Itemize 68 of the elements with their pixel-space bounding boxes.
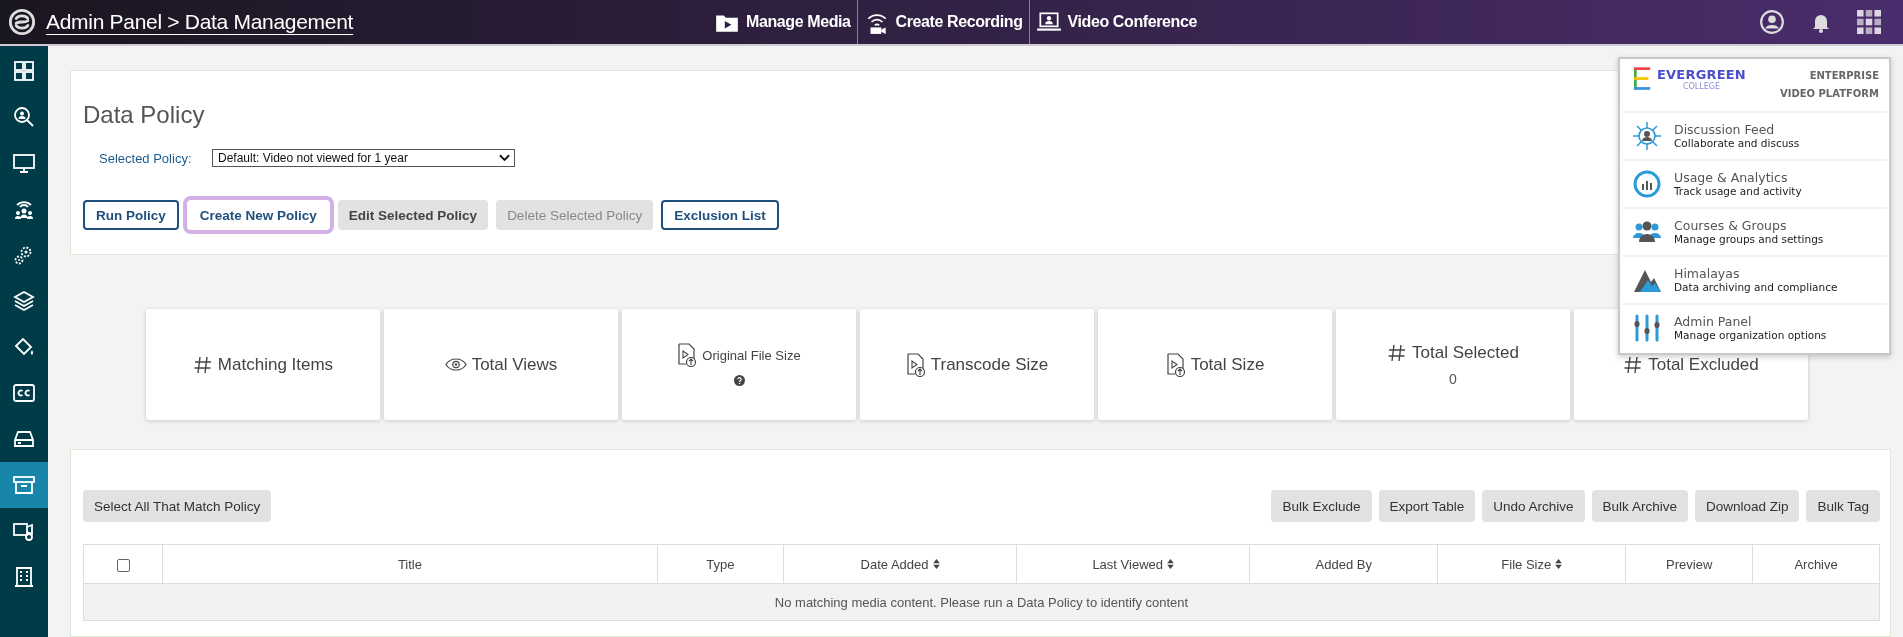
column-header: Preview: [1666, 556, 1713, 572]
toolbar-button[interactable]: Bulk Tag: [1806, 490, 1880, 522]
logo-icon: [8, 8, 36, 36]
select-all-button[interactable]: Select All That Match Policy: [83, 490, 272, 522]
toolbar-button[interactable]: Undo Archive: [1482, 490, 1585, 522]
help-icon[interactable]: [733, 375, 745, 386]
chevron-down-icon: [499, 154, 510, 162]
stat-label: Total Views: [471, 354, 558, 375]
brand-name: EVERGREEN: [1657, 67, 1746, 82]
file-upload-icon: [905, 352, 926, 377]
action-button[interactable]: Run Policy: [83, 200, 179, 230]
app-menu-item[interactable]: Discussion Feed Collaborate and discuss: [1622, 111, 1887, 159]
sort-icon: [1167, 559, 1174, 569]
brand-logo-icon: [1634, 67, 1652, 91]
stat-label: Total Size: [1190, 354, 1265, 375]
hash-icon: [192, 354, 213, 375]
app-menu-item[interactable]: Usage & Analytics Track usage and activity: [1622, 159, 1887, 207]
file-upload-icon: [1165, 352, 1186, 377]
search-icon: [12, 105, 36, 129]
policy-dropdown[interactable]: Default: Video not viewed for 1 year: [212, 149, 515, 167]
breadcrumb-link[interactable]: Admin Panel > Data Management: [46, 10, 354, 34]
eye-icon: [444, 357, 467, 372]
sort-icon: [932, 559, 940, 569]
stat-label: Total Selected: [1412, 342, 1519, 363]
toolbar-button[interactable]: Bulk Archive: [1591, 490, 1688, 522]
nav-link[interactable]: Video Conference: [1029, 0, 1203, 44]
column-header: Type: [706, 556, 735, 572]
nav-link[interactable]: Create Recording: [857, 0, 1030, 44]
toolbar-button[interactable]: Export Table: [1378, 490, 1476, 522]
monitor-icon: [12, 151, 36, 175]
action-button[interactable]: Edit Selected Policy: [337, 200, 489, 230]
app-menu-item[interactable]: Courses & Groups Manage groups and settings: [1622, 207, 1887, 255]
column-header[interactable]: File Size: [1501, 556, 1563, 572]
column-header[interactable]: Last Viewed: [1092, 556, 1174, 572]
stat-value: 0: [1449, 370, 1457, 387]
checkbox[interactable]: [116, 558, 130, 572]
column-header[interactable]: Date Added: [860, 556, 940, 572]
archive-box-icon: [12, 473, 36, 497]
file-upload-icon: [677, 343, 698, 367]
stat-label: Original File Size: [702, 347, 801, 363]
brand-subtitle: COLLEGE: [1682, 82, 1721, 91]
stat-label: Transcode Size: [930, 354, 1049, 375]
field-label: Selected Policy:: [99, 150, 193, 166]
closed-captions-icon: [12, 381, 36, 405]
column-header: Title: [397, 556, 422, 572]
app-menu-item[interactable]: Himalayas Data archiving and compliance: [1622, 255, 1887, 303]
hash-icon: [1623, 354, 1644, 375]
apps-grid-icon[interactable]: [1857, 10, 1881, 34]
user-avatar-icon[interactable]: [1759, 9, 1785, 35]
building-icon: [12, 565, 36, 589]
column-header: Added By: [1315, 556, 1372, 572]
column-header: Archive: [1794, 556, 1838, 572]
dashboard-grid-icon: [12, 59, 36, 83]
empty-message: No matching media content. Please run a Data Policy to identify content: [774, 594, 1189, 610]
chart-ring-icon: [1632, 169, 1662, 199]
stat-label: Matching Items: [217, 354, 334, 375]
toolbar-button[interactable]: Download Zip: [1694, 490, 1800, 522]
platform-tagline: ENTERPRISE VIDEO PLATFORM: [1779, 69, 1879, 101]
sliders-icon: [1632, 313, 1662, 343]
stat-label: Total Excluded: [1648, 354, 1759, 375]
sort-icon: [1555, 559, 1563, 569]
hash-icon: [1387, 342, 1408, 363]
toolbar-button[interactable]: Bulk Exclude: [1271, 490, 1372, 522]
nav-link[interactable]: Manage Media: [708, 0, 858, 44]
action-button[interactable]: Exclusion List: [661, 200, 779, 230]
layers-icon: [12, 289, 36, 313]
app-menu-item[interactable]: Admin Panel Manage organization options: [1622, 303, 1887, 351]
network-person-icon: [1632, 121, 1662, 151]
